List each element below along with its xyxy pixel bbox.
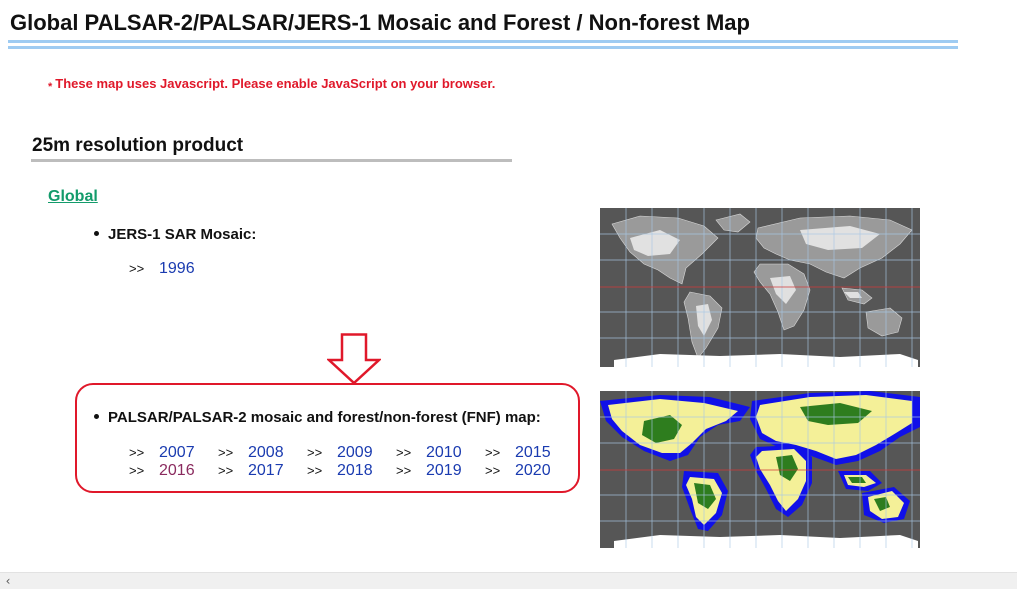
bullet-dot — [94, 414, 99, 419]
asterisk: * — [48, 81, 53, 93]
section-title: 25m resolution product — [32, 135, 244, 156]
global-link[interactable]: Global — [48, 188, 98, 206]
arrow-marker: >> — [129, 463, 145, 478]
down-arrow-icon — [327, 333, 381, 385]
jers-year-row: >> 1996 — [129, 260, 218, 278]
year-link-2017[interactable]: 2017 — [248, 462, 307, 480]
palsar-fnf-map-image[interactable] — [600, 391, 920, 548]
year-link-2015[interactable]: 2015 — [515, 444, 574, 462]
javascript-notice: * These map uses Javascript. Please enabl… — [48, 76, 496, 93]
year-link-1996[interactable]: 1996 — [159, 260, 218, 278]
javascript-notice-text: These map uses Javascript. Please enable… — [55, 76, 496, 91]
arrow-marker: >> — [307, 463, 323, 478]
arrow-marker: >> — [218, 463, 234, 478]
title-divider-bottom — [8, 46, 958, 49]
horizontal-scrollbar[interactable]: ‹ — [0, 572, 1017, 589]
year-link-2020[interactable]: 2020 — [515, 462, 574, 480]
arrow-marker: >> — [396, 463, 412, 478]
bullet-dot — [94, 231, 99, 236]
arrow-marker: >> — [307, 445, 323, 460]
jers-mosaic-map-image[interactable] — [600, 208, 920, 367]
palsar-mosaic-label: PALSAR/PALSAR-2 mosaic and forest/non-fo… — [108, 409, 541, 426]
title-divider-top — [8, 40, 958, 43]
arrow-marker: >> — [485, 445, 501, 460]
year-link-2009[interactable]: 2009 — [337, 444, 396, 462]
palsar-year-row-1: >> 2007 >> 2008 >> 2009 >> 2010 >> 2015 — [129, 444, 574, 462]
year-link-2019[interactable]: 2019 — [426, 462, 485, 480]
year-link-2008[interactable]: 2008 — [248, 444, 307, 462]
year-link-2007[interactable]: 2007 — [159, 444, 218, 462]
section-divider — [31, 159, 512, 162]
palsar-mosaic-heading: PALSAR/PALSAR-2 mosaic and forest/non-fo… — [94, 409, 541, 426]
chevron-left-icon[interactable]: ‹ — [0, 573, 16, 589]
arrow-marker: >> — [218, 445, 234, 460]
year-link-2016[interactable]: 2016 — [159, 462, 218, 480]
year-link-2010[interactable]: 2010 — [426, 444, 485, 462]
palsar-year-row-2: >> 2016 >> 2017 >> 2018 >> 2019 >> 2020 — [129, 462, 574, 480]
arrow-marker: >> — [129, 261, 145, 276]
arrow-marker: >> — [396, 445, 412, 460]
jers-mosaic-heading: JERS-1 SAR Mosaic: — [94, 226, 256, 243]
year-link-2018[interactable]: 2018 — [337, 462, 396, 480]
page-title: Global PALSAR-2/PALSAR/JERS-1 Mosaic and… — [10, 10, 750, 35]
jers-mosaic-label: JERS-1 SAR Mosaic: — [108, 226, 257, 243]
arrow-marker: >> — [129, 445, 145, 460]
arrow-marker: >> — [485, 463, 501, 478]
